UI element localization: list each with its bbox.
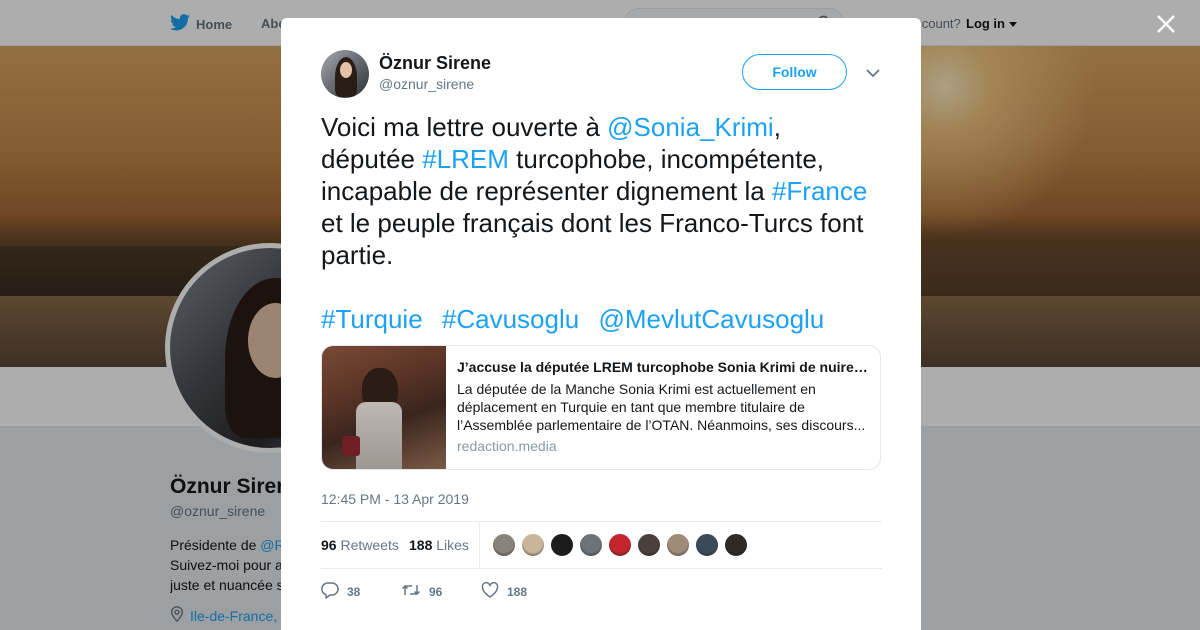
close-icon[interactable] — [1153, 11, 1179, 37]
author-name[interactable]: Öznur Sirene — [379, 53, 491, 74]
likes-label: Likes — [436, 537, 469, 553]
heart-icon — [481, 581, 499, 601]
hashtag-link[interactable]: #Cavusoglu — [442, 304, 579, 334]
retweets-label: Retweets — [340, 537, 399, 553]
author-avatar[interactable] — [321, 50, 369, 98]
link-preview-card[interactable]: J’accuse la députée LREM turcophobe Soni… — [321, 345, 881, 470]
card-title: J’accuse la députée LREM turcophobe Soni… — [457, 359, 869, 375]
likes-count: 188 — [409, 537, 433, 553]
tweet-timestamp[interactable]: 12:45 PM - 13 Apr 2019 — [321, 491, 469, 507]
mention-link[interactable]: @Sonia_Krimi — [607, 112, 774, 142]
likes-stat[interactable]: 188 Likes — [409, 537, 469, 553]
follow-button[interactable]: Follow — [742, 54, 847, 90]
tweet-modal: Öznur Sirene @oznur_sirene Follow Voici … — [281, 18, 921, 630]
reply-button[interactable]: 38 — [321, 581, 401, 602]
tweet-text: Voici ma lettre ouverte à @Sonia_Krimi, … — [321, 111, 881, 271]
like-count: 188 — [507, 584, 528, 599]
tweet-tags-line: #Turquie #Cavusoglu @MevlutCavusoglu — [321, 303, 836, 335]
liker-avatar[interactable] — [695, 533, 719, 557]
tweet-text-segment: Voici ma lettre ouverte à — [321, 112, 608, 142]
liker-avatar[interactable] — [666, 533, 690, 557]
liker-avatar[interactable] — [579, 533, 603, 557]
liker-avatar[interactable] — [724, 533, 748, 557]
retweets-stat[interactable]: 96 Retweets — [321, 537, 399, 553]
like-button[interactable]: 188 — [481, 581, 561, 601]
liker-avatar[interactable] — [550, 533, 574, 557]
hashtag-link[interactable]: #LREM — [422, 144, 509, 174]
retweet-count: 96 — [429, 584, 443, 599]
retweet-button[interactable]: 96 — [401, 582, 481, 601]
liker-avatar[interactable] — [521, 533, 545, 557]
reply-count: 38 — [347, 584, 361, 599]
liker-avatar[interactable] — [637, 533, 661, 557]
tweet-text-segment: et le peuple français dont les Franco-Tu… — [321, 208, 864, 270]
tweet-stats: 96 Retweets 188 Likes — [321, 521, 882, 569]
card-domain: redaction.media — [457, 438, 557, 454]
retweet-icon — [401, 582, 421, 601]
hashtag-link[interactable]: #France — [772, 176, 867, 206]
liker-avatars — [492, 533, 748, 557]
card-thumbnail — [322, 346, 446, 469]
stats-divider — [479, 522, 480, 568]
mention-link[interactable]: @MevlutCavusoglu — [598, 304, 824, 334]
hashtag-link[interactable]: #Turquie — [321, 304, 423, 334]
tweet-actions: 38 96 188 — [321, 581, 561, 602]
reply-icon — [321, 581, 339, 602]
liker-avatar[interactable] — [492, 533, 516, 557]
retweets-count: 96 — [321, 537, 337, 553]
card-description: La députée de la Manche Sonia Krimi est … — [457, 381, 866, 433]
chevron-down-icon[interactable] — [865, 65, 881, 81]
author-handle[interactable]: @oznur_sirene — [379, 76, 474, 92]
liker-avatar[interactable] — [608, 533, 632, 557]
